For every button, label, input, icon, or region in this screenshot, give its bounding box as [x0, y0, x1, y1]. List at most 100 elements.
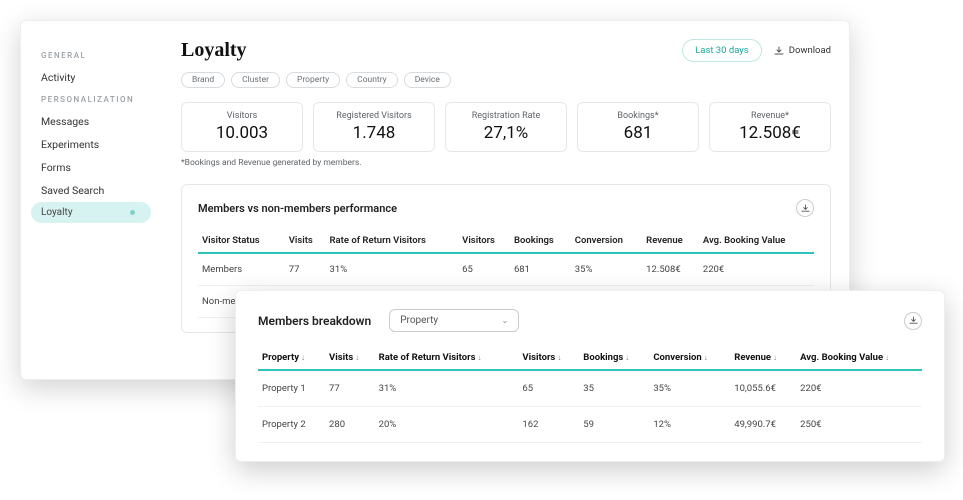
cell-bookings: 59 — [579, 407, 649, 443]
cell-abv: 220€ — [796, 370, 922, 407]
kpi-label: Visitors — [186, 111, 298, 121]
sidebar-item-activity[interactable]: Activity — [41, 66, 161, 89]
table-row: Property 1 77 31% 65 35 35% 10,055.6€ 22… — [258, 370, 922, 407]
col-rrv[interactable]: Rate of Return Visitors↓ — [375, 346, 519, 370]
kpi-row: Visitors10.003 Registered Visitors1.748 … — [181, 102, 831, 152]
sort-icon: ↓ — [301, 353, 305, 362]
kpi-bookings: Bookings* 681 — [577, 102, 699, 152]
col-property[interactable]: Property↓ — [258, 346, 325, 370]
cell-visits: 77 — [285, 253, 326, 286]
sidebar-item-experiments[interactable]: Experiments — [41, 133, 161, 156]
panel-download-button[interactable] — [796, 199, 814, 217]
col-conversion[interactable]: Conversion↓ — [649, 346, 730, 370]
filter-row: Brand Cluster Property Country Device — [181, 72, 831, 88]
sidebar: GENERAL Activity PERSONALIZATION Message… — [21, 21, 161, 223]
header-row: Loyalty Last 30 days Download — [181, 39, 831, 62]
col-visits[interactable]: Visits — [285, 229, 326, 253]
download-label: Download — [789, 45, 831, 56]
page-title: Loyalty — [181, 39, 247, 62]
kpi-value: 12.508€ — [714, 123, 826, 143]
cell-property: Property 2 — [258, 407, 325, 443]
sort-icon: ↓ — [625, 353, 629, 362]
filter-cluster[interactable]: Cluster — [231, 72, 280, 88]
kpi-revenue: Revenue* 12.508€ — [709, 102, 831, 152]
filter-device[interactable]: Device — [404, 72, 451, 88]
cell-abv: 250€ — [796, 407, 922, 443]
kpi-label: Registration Rate — [450, 111, 562, 121]
panel-header: Members vs non-members performance — [198, 199, 814, 217]
cell-rev: 10,055.6€ — [730, 370, 796, 407]
kpi-value: 10.003 — [186, 123, 298, 143]
breakdown-download-button[interactable] — [904, 312, 922, 330]
col-revenue[interactable]: Revenue↓ — [730, 346, 796, 370]
col-abv[interactable]: Avg. Booking Value↓ — [796, 346, 922, 370]
kpi-value: 1.748 — [318, 123, 430, 143]
kpi-value: 27,1% — [450, 123, 562, 143]
download-button[interactable]: Download — [774, 45, 831, 56]
kpi-visitors: Visitors 10.003 — [181, 102, 303, 152]
cell-status: Members — [198, 253, 285, 286]
cell-visitors: 65 — [518, 370, 579, 407]
cell-visitors: 65 — [458, 253, 510, 286]
header-actions: Last 30 days Download — [682, 39, 831, 62]
col-abv[interactable]: Avg. Booking Value — [699, 229, 814, 253]
breakdown-table: Property↓ Visits↓ Rate of Return Visitor… — [258, 346, 922, 443]
cell-visits: 77 — [325, 370, 375, 407]
sort-icon: ↓ — [773, 353, 777, 362]
cell-rrv: 31% — [375, 370, 519, 407]
filter-brand[interactable]: Brand — [181, 72, 225, 88]
filter-country[interactable]: Country — [346, 72, 398, 88]
chevron-down-icon: ⌄ — [502, 316, 509, 325]
col-bookings[interactable]: Bookings↓ — [579, 346, 649, 370]
cell-rrv: 20% — [375, 407, 519, 443]
cell-rev: 12.508€ — [642, 253, 699, 286]
cell-conv: 12% — [649, 407, 730, 443]
sort-icon: ↓ — [477, 353, 481, 362]
sort-icon: ↓ — [885, 353, 889, 362]
cell-conv: 35% — [571, 253, 642, 286]
col-visitors[interactable]: Visitors↓ — [518, 346, 579, 370]
kpi-label: Revenue* — [714, 111, 826, 121]
panel-title: Members vs non-members performance — [198, 202, 397, 215]
sort-icon: ↓ — [704, 353, 708, 362]
sidebar-category-personalization: PERSONALIZATION — [41, 95, 161, 104]
kpi-label: Bookings* — [582, 111, 694, 121]
col-visitors[interactable]: Visitors — [458, 229, 510, 253]
table-row: Members 77 31% 65 681 35% 12.508€ 220€ — [198, 253, 814, 286]
main-content: Loyalty Last 30 days Download Brand Clus… — [181, 39, 831, 333]
sidebar-item-forms[interactable]: Forms — [41, 156, 161, 179]
breakdown-select[interactable]: Property ⌄ — [389, 309, 519, 332]
select-value: Property — [400, 315, 438, 326]
breakdown-title: Members breakdown — [258, 314, 371, 328]
kpi-label: Registered Visitors — [318, 111, 430, 121]
members-breakdown-card: Members breakdown Property ⌄ Property↓ V… — [235, 290, 945, 462]
cell-visits: 280 — [325, 407, 375, 443]
sidebar-item-savedsearch[interactable]: Saved Search — [41, 179, 161, 202]
sidebar-item-loyalty[interactable]: Loyalty — [31, 202, 151, 223]
col-rrv[interactable]: Rate of Return Visitors — [326, 229, 459, 253]
sidebar-item-label: Loyalty — [41, 207, 73, 218]
cell-rev: 49,990.7€ — [730, 407, 796, 443]
cell-bookings: 35 — [579, 370, 649, 407]
col-visits[interactable]: Visits↓ — [325, 346, 375, 370]
table-row: Property 2 280 20% 162 59 12% 49,990.7€ … — [258, 407, 922, 443]
cell-property: Property 1 — [258, 370, 325, 407]
active-indicator-icon — [130, 210, 135, 215]
col-conversion[interactable]: Conversion — [571, 229, 642, 253]
breakdown-header: Members breakdown Property ⌄ — [258, 309, 922, 332]
cell-conv: 35% — [649, 370, 730, 407]
kpi-registration-rate: Registration Rate 27,1% — [445, 102, 567, 152]
sort-icon: ↓ — [557, 353, 561, 362]
col-revenue[interactable]: Revenue — [642, 229, 699, 253]
col-visitor-status[interactable]: Visitor Status — [198, 229, 285, 253]
sidebar-category-general: GENERAL — [41, 51, 161, 60]
sidebar-item-messages[interactable]: Messages — [41, 110, 161, 133]
filter-property[interactable]: Property — [286, 72, 340, 88]
kpi-value: 681 — [582, 123, 694, 143]
cell-visitors: 162 — [518, 407, 579, 443]
col-bookings[interactable]: Bookings — [510, 229, 571, 253]
sort-icon: ↓ — [355, 353, 359, 362]
daterange-button[interactable]: Last 30 days — [682, 39, 762, 62]
kpi-registered-visitors: Registered Visitors 1.748 — [313, 102, 435, 152]
cell-abv: 220€ — [699, 253, 814, 286]
